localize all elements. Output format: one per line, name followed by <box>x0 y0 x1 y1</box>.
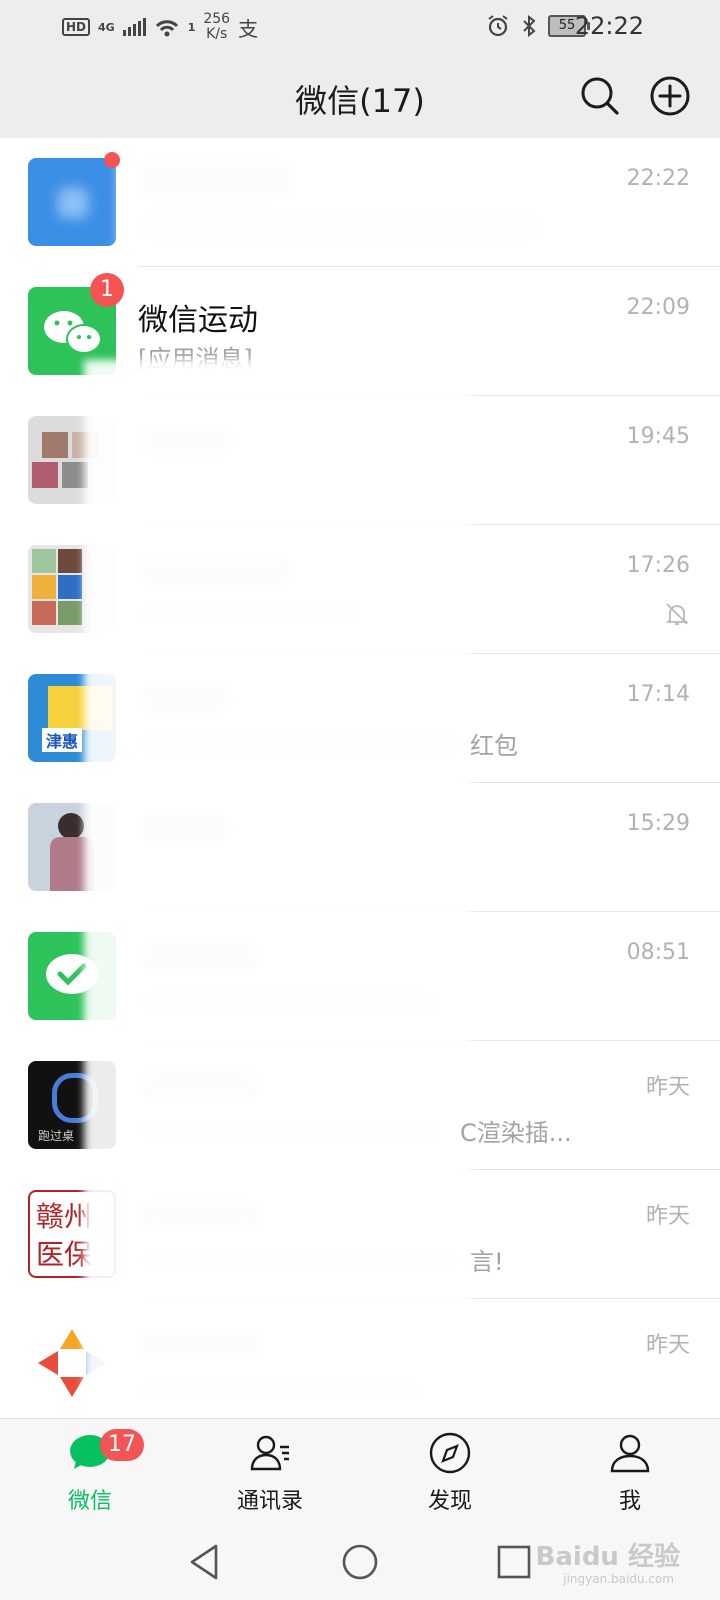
chat-time: 19:45 <box>626 424 690 449</box>
tab-bar: 17 微信 通讯录 发现 我 <box>0 1418 720 1525</box>
hd-indicator: HD <box>62 18 91 36</box>
clock: 22:22 <box>574 12 644 40</box>
system-nav-bar: Baidu 经验 jingyan.baidu.com <box>0 1524 720 1600</box>
recents-square-icon[interactable] <box>492 1540 536 1584</box>
speed-value: 256 <box>203 11 231 27</box>
home-circle-icon[interactable] <box>338 1540 382 1584</box>
chat-time: 15:29 <box>626 811 690 836</box>
watermark: Baidu 经验 <box>535 1542 680 1572</box>
signal-icon <box>122 18 146 36</box>
chat-time: 昨天 <box>645 1333 690 1358</box>
chat-name: 微信运动 <box>138 303 258 338</box>
chat-list[interactable]: 22:22 1 微信运动 [应用消息] 22:09 19:45 17:26 津惠… <box>0 138 720 1418</box>
tab-discover[interactable]: 发现 <box>390 1419 510 1525</box>
chat-preview: 言! <box>470 1248 504 1276</box>
tab-badge: 17 <box>100 1429 144 1461</box>
alarm-icon <box>488 15 508 37</box>
search-icon[interactable] <box>578 74 622 118</box>
person-icon <box>610 1434 650 1473</box>
chat-preview: C渲染插... <box>460 1119 572 1147</box>
blurred-region <box>120 158 570 248</box>
chat-time: 22:22 <box>626 166 690 191</box>
avatar-label: 跑过桌 <box>38 1129 75 1143</box>
header: 微信(17) <box>0 54 720 138</box>
compass-icon <box>429 1432 471 1474</box>
status-right-icons: 55 <box>486 14 590 38</box>
tab-label: 微信 <box>67 1489 112 1514</box>
watermark-url: jingyan.baidu.com <box>563 1572 674 1586</box>
plus-circle-icon[interactable] <box>648 74 692 118</box>
chat-row[interactable]: 22:22 <box>0 138 720 267</box>
network-type: 4G <box>98 20 115 34</box>
unread-badge: 1 <box>90 273 124 307</box>
speed-unit: K/s <box>206 26 228 42</box>
chat-time: 昨天 <box>645 1204 690 1229</box>
wifi-suffix: 1 <box>187 20 196 34</box>
back-triangle-icon[interactable] <box>184 1540 228 1584</box>
tab-contacts[interactable]: 通讯录 <box>210 1419 330 1525</box>
network-speed: 256 K/s <box>203 12 230 42</box>
mute-bell-icon <box>665 603 689 625</box>
contacts-icon <box>250 1435 289 1471</box>
avatar-label: 津惠 <box>42 728 83 752</box>
chat-preview: 红包 <box>470 732 518 760</box>
tab-label: 发现 <box>427 1489 472 1514</box>
chat-time: 08:51 <box>626 940 690 965</box>
blurred-region <box>84 360 470 1418</box>
chat-time: 17:14 <box>626 682 690 707</box>
alipay-icon: 支 <box>238 16 259 41</box>
status-bar: HD 4G 1 256 K/s 支 55 22:22 <box>0 0 720 54</box>
unread-dot <box>104 152 120 168</box>
status-left: HD 4G 1 256 K/s 支 <box>62 12 258 42</box>
tab-me[interactable]: 我 <box>570 1419 690 1525</box>
avatar <box>28 158 116 246</box>
tab-label: 我 <box>618 1489 641 1514</box>
chat-time: 17:26 <box>626 553 690 578</box>
tab-label: 通讯录 <box>236 1489 303 1514</box>
wifi-icon <box>155 20 178 37</box>
tab-chats[interactable]: 17 微信 <box>30 1419 150 1525</box>
bluetooth-icon <box>523 14 536 38</box>
chat-time: 昨天 <box>645 1075 690 1100</box>
